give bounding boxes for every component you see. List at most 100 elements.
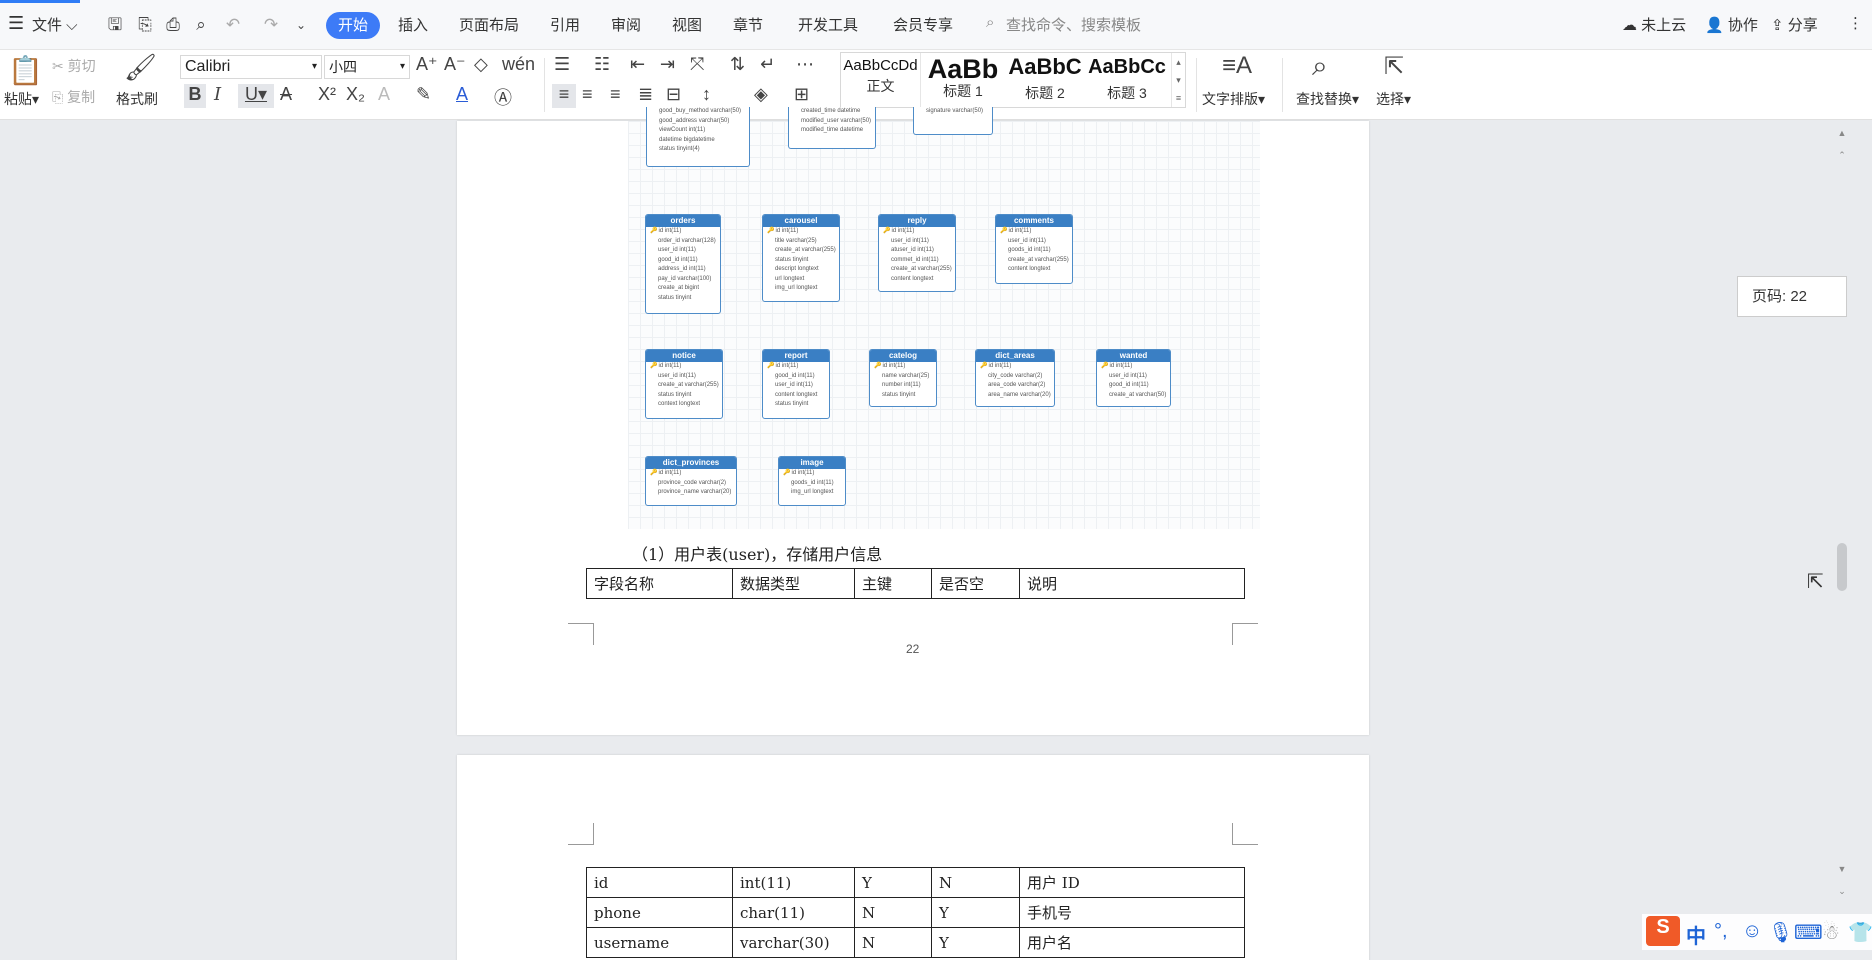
justify-icon[interactable]: ≣ [638,84,653,105]
more-icon[interactable]: ⋮ [1848,14,1863,32]
vertical-scrollbar[interactable]: ▲ ⌃ ▼ ⌄ [1834,121,1850,960]
er-entity-field: province_code varchar(2) [658,479,727,486]
line-spacing-icon[interactable]: ↕ [702,84,711,105]
hamburger-icon[interactable]: ☰ [8,13,24,34]
undo-icon[interactable]: ↶ [222,14,244,36]
bold-icon[interactable]: B [184,84,206,108]
style-heading-3[interactable]: AaBbCc 标题 3 [1087,53,1167,107]
highlight-icon[interactable]: ✎ [416,84,431,105]
bullet-list-icon[interactable]: ☰ [554,54,570,75]
print-icon[interactable]: ⎙ [162,14,184,36]
find-replace-button[interactable]: 查找替换▾ [1296,89,1359,109]
ime-lang[interactable]: 中 [1686,920,1706,949]
command-search-input[interactable]: 查找命令、搜索模板 [1006,14,1141,35]
shirt-icon[interactable]: 👕 [1848,920,1872,945]
line-spacing-return-icon[interactable]: ↵ [760,54,775,75]
align-center-icon[interactable]: ≡ [582,84,593,105]
superscript-icon[interactable]: X² [318,84,336,105]
tab-page-layout[interactable]: 页面布局 [459,14,519,35]
er-entity: signature varchar(50) [913,107,993,135]
style-heading-2[interactable]: AaBbC 标题 2 [1005,53,1085,107]
paste-icon[interactable]: 📋 [8,54,43,87]
select-button[interactable]: 选择▾ [1376,89,1411,109]
tab-member[interactable]: 会员专享 [893,14,953,35]
char-border-icon[interactable]: Ⓐ [494,84,512,110]
share-button[interactable]: ⇪ 分享 [1771,14,1818,35]
distribute-icon[interactable]: ⊟ [666,84,681,105]
prev-page-icon[interactable]: ⌃ [1836,149,1848,161]
shrink-font-icon[interactable]: A⁻ [444,54,466,75]
tab-references[interactable]: 引用 [550,14,580,35]
style-label: 标题 2 [1025,85,1065,101]
numbered-list-icon[interactable]: ☷ [594,54,610,75]
align-left-icon[interactable]: ≡ [552,84,576,108]
punctuation-icon[interactable]: °, [1714,920,1728,943]
style-normal[interactable]: AaBbCcDd 正文 [841,53,921,107]
styles-gallery: AaBbCcDd 正文 AaBb 标题 1 AaBbC 标题 2 AaBbCc … [840,52,1186,108]
sort-icon[interactable]: ⇅ [730,54,745,75]
tab-home[interactable]: 开始 [326,12,380,39]
tab-view[interactable]: 视图 [672,14,702,35]
export-pdf-icon[interactable]: ⎘ [134,14,156,36]
sogou-logo-icon[interactable]: S [1646,916,1680,946]
table-cell: phone [586,897,733,928]
mic-icon[interactable]: 🎙 [1768,920,1793,945]
keyboard-icon[interactable]: ⌨ [1794,920,1823,945]
shading-icon[interactable]: ◈ [754,84,768,105]
cloud-status[interactable]: ☁ 未上云 [1622,14,1686,35]
table-cell: 用户名 [1019,927,1245,958]
more-dropdown-icon[interactable]: ⌄ [290,14,312,36]
next-page-icon[interactable]: ⌄ [1836,885,1848,897]
font-size-select[interactable]: 小四 ▾ [324,55,410,79]
tab-developer[interactable]: 开发工具 [798,14,858,35]
redo-icon[interactable]: ↷ [260,14,282,36]
er-entity-field: created_time datetime [801,108,861,114]
phonetic-icon[interactable]: wén [502,54,535,75]
tab-review[interactable]: 审阅 [611,14,641,35]
show-marks-icon[interactable]: ⋯ [796,54,814,75]
strikethrough-icon[interactable]: A [280,84,292,105]
collab-button[interactable]: 👤 协作 [1705,14,1758,35]
style-heading-1[interactable]: AaBb 标题 1 [923,53,1003,107]
text-direction-icon[interactable]: ⤧ [690,54,704,75]
font-name-select[interactable]: Calibri ▾ [180,55,322,79]
text-effect-icon[interactable]: A [378,84,390,105]
find-icon[interactable]: ⌕ [1312,50,1328,83]
scroll-up-icon[interactable]: ▲ [1836,127,1848,139]
paste-button[interactable]: 粘贴▾ [4,89,39,109]
select-cursor-icon[interactable]: ⇱ [1384,52,1404,81]
tab-chapter[interactable]: 章节 [733,14,763,35]
subscript-icon[interactable]: X₂ [346,84,365,105]
italic-icon[interactable]: I [214,84,221,105]
copy-button[interactable]: ⎘ 复制 [52,87,95,107]
save-icon[interactable]: 🖫 [104,14,126,36]
file-menu[interactable]: 文件 ⌵ [32,14,78,35]
decrease-indent-icon[interactable]: ⇤ [630,54,645,75]
increase-indent-icon[interactable]: ⇥ [660,54,675,75]
cut-button[interactable]: ✂ 剪切 [52,56,96,76]
emoji-icon[interactable]: ☺ [1742,920,1762,943]
er-entity-field: status tinyint [658,391,692,398]
table-cell: Y [931,897,1020,928]
format-painter-button[interactable]: 格式刷 [116,89,158,109]
er-entity-field: user_id int(11) [775,382,813,388]
styles-scroll-icon[interactable]: ▴ ▾ ≡ [1171,53,1185,107]
format-painter-icon[interactable]: 🖌 [124,52,157,83]
er-entity: carouselid int(11)title varchar(25) creat… [762,214,840,302]
scroll-down-icon[interactable]: ▼ [1836,863,1848,875]
align-right-icon[interactable]: ≡ [610,84,621,105]
text-layout-icon[interactable]: ≡A [1222,52,1252,80]
er-entity-field: id int(11) [763,227,839,237]
text-layout-button[interactable]: 文字排版▾ [1202,89,1265,109]
borders-icon[interactable]: ⊞ [794,84,809,105]
grow-font-icon[interactable]: A⁺ [416,54,438,75]
separator [1196,58,1197,112]
underline-icon[interactable]: U▾ [238,84,274,108]
clear-format-icon[interactable]: ◇ [474,54,488,75]
scrollbar-thumb[interactable] [1837,543,1847,591]
print-preview-icon[interactable]: ⌕ [190,14,212,36]
tab-insert[interactable]: 插入 [398,14,428,35]
font-color-icon[interactable]: A [456,84,468,105]
skin-icon[interactable]: ☃ [1822,920,1840,945]
table-cell: N [854,927,932,958]
